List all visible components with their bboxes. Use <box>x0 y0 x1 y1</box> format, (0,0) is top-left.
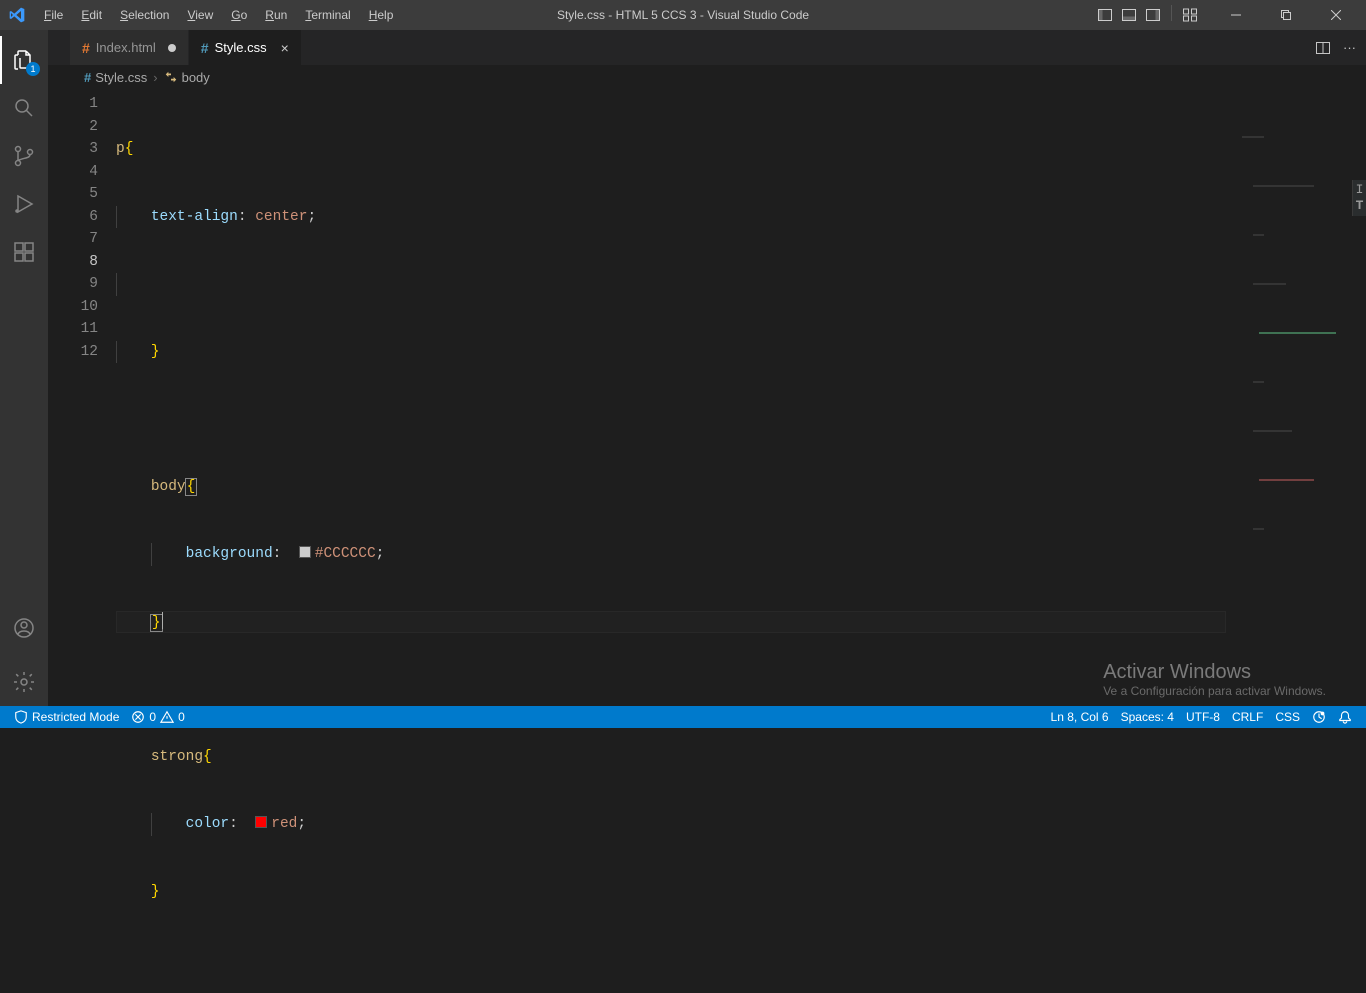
customize-layout-icon[interactable] <box>1180 5 1200 25</box>
menu-file[interactable]: File <box>36 4 71 26</box>
activity-search[interactable] <box>0 84 48 132</box>
status-feedback-icon[interactable] <box>1306 710 1332 724</box>
status-eol[interactable]: CRLF <box>1226 710 1269 724</box>
line-number: 11 <box>48 318 98 341</box>
line-number: 12 <box>48 341 98 364</box>
code-area[interactable]: p{ text-align: center; } body{ backgroun… <box>116 89 1366 706</box>
status-language-mode[interactable]: CSS <box>1269 710 1306 724</box>
activity-run-debug[interactable] <box>0 180 48 228</box>
status-indentation[interactable]: Spaces: 4 <box>1115 710 1180 724</box>
tab-label: Index.html <box>96 40 156 55</box>
chevron-right-icon: › <box>153 70 157 85</box>
activity-accounts[interactable] <box>0 604 48 652</box>
menu-run[interactable]: Run <box>257 4 295 26</box>
color-swatch-icon <box>299 546 311 558</box>
dirty-indicator-icon <box>168 44 176 52</box>
statusbar-right: Ln 8, Col 6 Spaces: 4 UTF-8 CRLF CSS <box>1045 710 1358 724</box>
status-notifications-icon[interactable] <box>1332 710 1358 724</box>
code-line: } <box>116 341 1366 364</box>
breadcrumb-symbol[interactable]: body <box>164 70 210 85</box>
line-number: 7 <box>48 228 98 251</box>
code-line <box>116 408 1366 431</box>
more-actions-icon[interactable]: ··· <box>1343 40 1356 55</box>
tab-style-css[interactable]: # Style.css × <box>189 30 302 65</box>
tab-index-html[interactable]: # Index.html <box>70 30 189 65</box>
line-number: 1 <box>48 93 98 116</box>
hash-icon: # <box>82 40 90 56</box>
overview-ruler-decoration: I T <box>1352 180 1366 216</box>
separator <box>1171 5 1172 21</box>
menubar: File Edit Selection View Go Run Terminal… <box>36 4 401 26</box>
activity-explorer[interactable]: 1 <box>0 36 48 84</box>
window-close[interactable] <box>1314 0 1358 30</box>
code-line: p{ <box>116 138 1366 161</box>
symbol-icon <box>164 70 178 84</box>
window-minimize[interactable] <box>1214 0 1258 30</box>
code-line: body{ <box>116 476 1366 499</box>
editor[interactable]: 1 2 3 4 5 6 7 8 9 10 11 12 p{ text-align… <box>48 89 1366 706</box>
line-number: 10 <box>48 296 98 319</box>
breadcrumb-file[interactable]: # Style.css <box>84 70 147 85</box>
vscode-logo-icon <box>8 6 26 24</box>
explorer-badge: 1 <box>26 62 40 76</box>
titlebar: File Edit Selection View Go Run Terminal… <box>0 0 1366 30</box>
menu-help[interactable]: Help <box>361 4 402 26</box>
line-number: 9 <box>48 273 98 296</box>
titlebar-right <box>1095 0 1358 30</box>
menu-selection[interactable]: Selection <box>112 4 177 26</box>
layout-controls <box>1095 5 1200 25</box>
line-number: 6 <box>48 206 98 229</box>
code-line: text-align: center; <box>116 206 1366 229</box>
toggle-panel-bottom-icon[interactable] <box>1119 5 1139 25</box>
toggle-sidebar-right-icon[interactable] <box>1143 5 1163 25</box>
hash-icon: # <box>201 40 209 56</box>
activity-bar: 1 <box>0 30 48 706</box>
hash-icon: # <box>84 70 91 85</box>
window-maximize[interactable] <box>1264 0 1308 30</box>
split-editor-icon[interactable] <box>1315 40 1331 56</box>
code-line: color: red; <box>116 813 1366 836</box>
menu-terminal[interactable]: Terminal <box>297 4 358 26</box>
code-line: } <box>116 611 1226 634</box>
line-number: 4 <box>48 161 98 184</box>
line-number: 2 <box>48 116 98 139</box>
tab-label: Style.css <box>215 40 267 55</box>
toggle-sidebar-left-icon[interactable] <box>1095 5 1115 25</box>
code-line <box>116 273 1366 296</box>
status-restricted-mode[interactable]: Restricted Mode <box>8 706 125 728</box>
breadcrumb[interactable]: # Style.css › body <box>48 65 1366 89</box>
activity-settings[interactable] <box>0 658 48 706</box>
line-gutter: 1 2 3 4 5 6 7 8 9 10 11 12 <box>48 89 116 706</box>
statusbar: Restricted Mode 0 0 Ln 8, Col 6 Spaces: … <box>0 706 1366 728</box>
status-problems[interactable]: 0 0 <box>125 706 190 728</box>
close-icon[interactable]: × <box>281 40 289 56</box>
window-title: Style.css - HTML 5 CCS 3 - Visual Studio… <box>557 8 809 22</box>
code-line: strong{ <box>116 746 1366 769</box>
status-cursor-position[interactable]: Ln 8, Col 6 <box>1045 710 1115 724</box>
line-number: 8 <box>48 251 98 274</box>
menu-edit[interactable]: Edit <box>73 4 110 26</box>
text-cursor <box>162 611 163 629</box>
status-encoding[interactable]: UTF-8 <box>1180 710 1226 724</box>
color-swatch-icon <box>255 816 267 828</box>
tabs-actions: ··· <box>1315 30 1366 65</box>
menu-view[interactable]: View <box>179 4 221 26</box>
code-line <box>116 678 1366 701</box>
editor-tabs: # Index.html # Style.css × ··· <box>48 30 1366 65</box>
minimap[interactable] <box>1242 91 1352 141</box>
menu-go[interactable]: Go <box>223 4 255 26</box>
activity-extensions[interactable] <box>0 228 48 276</box>
code-line: } <box>116 881 1366 904</box>
line-number: 5 <box>48 183 98 206</box>
line-number: 3 <box>48 138 98 161</box>
code-line: background: #CCCCCC; <box>116 543 1366 566</box>
activity-source-control[interactable] <box>0 132 48 180</box>
